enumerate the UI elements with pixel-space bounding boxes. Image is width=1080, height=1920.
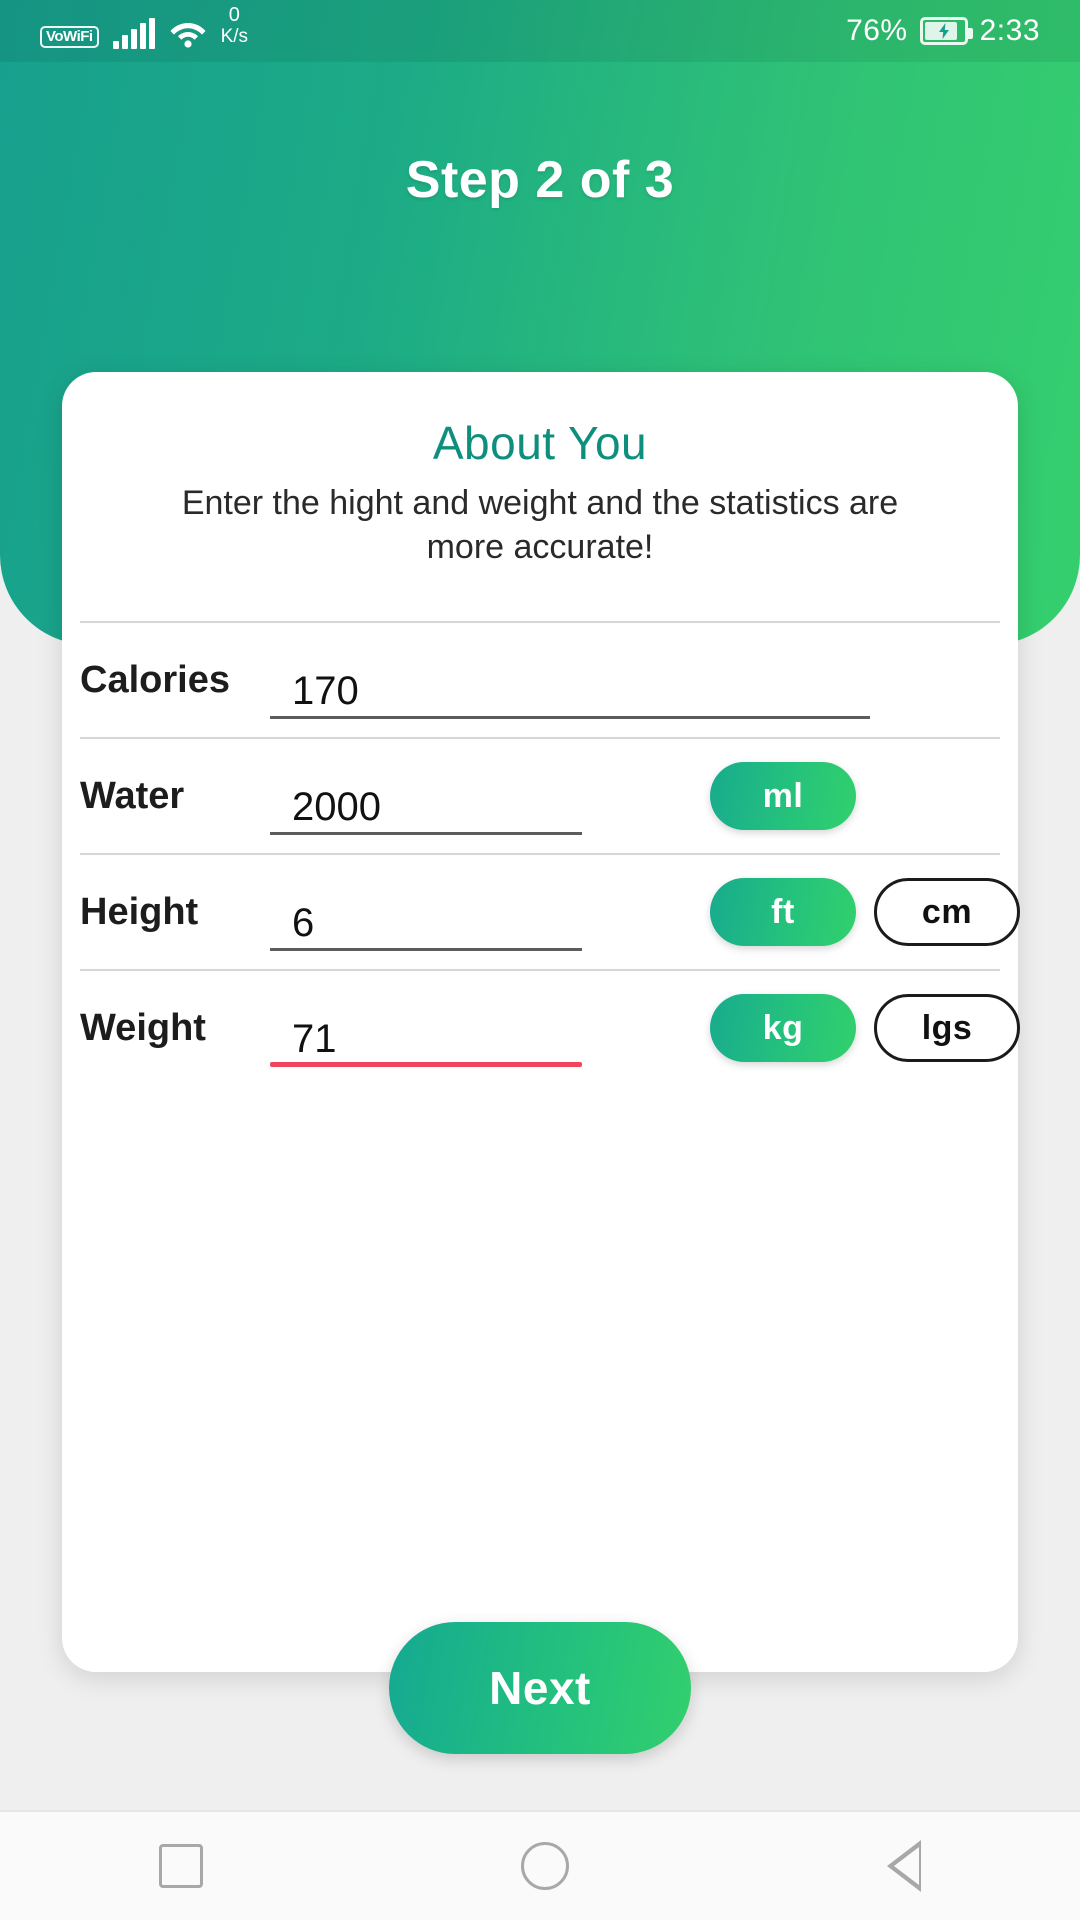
height-underline	[270, 948, 582, 952]
height-unit-ft-label: ft	[710, 878, 856, 947]
signal-bars-icon	[112, 17, 155, 49]
height-unit-cm-button[interactable]: cm	[874, 878, 1020, 947]
weight-value: 71	[292, 1017, 337, 1062]
clock-label: 2:33	[979, 14, 1040, 47]
field-row-calories: Calories 170	[62, 623, 1018, 737]
battery-percent-label: 76%	[846, 14, 908, 47]
water-value: 2000	[292, 785, 381, 830]
water-input[interactable]: 2000	[270, 757, 582, 836]
status-bar: VoWiFi 0 K/s 76% 2:33	[0, 0, 1080, 62]
network-speed-value: 0	[228, 3, 240, 26]
square-recents-icon[interactable]	[159, 1844, 203, 1888]
status-bar-left-group: VoWiFi 0 K/s	[40, 5, 248, 52]
weight-input[interactable]: 71	[270, 989, 582, 1068]
vowifi-icon: VoWiFi	[40, 25, 99, 48]
card-subtitle: Enter the hight and weight and the stati…	[181, 484, 899, 566]
battery-charging-icon	[919, 17, 973, 45]
height-unit-cm-label: cm	[874, 878, 1020, 947]
water-unit-ml-button[interactable]: ml	[710, 762, 856, 831]
next-button[interactable]: Next	[389, 1622, 691, 1754]
weight-unit-lgs-label: lgs	[874, 994, 1020, 1063]
phone-screen: VoWiFi 0 K/s 76% 2:33 Step 2 of 3 About …	[0, 0, 1080, 1920]
calories-value: 170	[292, 669, 359, 714]
triangle-back-icon[interactable]	[887, 1840, 921, 1892]
water-underline	[270, 832, 582, 836]
android-navigation-bar	[0, 1810, 1080, 1920]
height-input[interactable]: 6	[270, 873, 582, 952]
circle-home-icon[interactable]	[521, 1842, 569, 1890]
weight-underline-error	[270, 1062, 582, 1068]
field-row-weight: Weight 71 kg lgs	[62, 971, 1020, 1085]
weight-unit-kg-button[interactable]: kg	[710, 994, 856, 1063]
weight-label: Weight	[80, 1006, 206, 1049]
calories-input[interactable]: 170	[270, 641, 870, 720]
height-value: 6	[292, 901, 315, 946]
about-you-card: About You Enter the hight and weight and…	[62, 372, 1020, 1672]
height-label: Height	[80, 890, 199, 933]
calories-label: Calories	[80, 658, 230, 701]
network-speed-unit: K/s	[220, 25, 249, 47]
step-title: Step 2 of 3	[405, 151, 675, 209]
fields-list: Calories 170 Water 2000 ml Height 6 ft c…	[62, 621, 1020, 1085]
field-row-height: Height 6 ft cm	[62, 855, 1020, 969]
height-unit-ft-button[interactable]: ft	[710, 878, 856, 947]
calories-underline	[270, 716, 870, 720]
field-row-water: Water 2000 ml	[62, 739, 1018, 853]
weight-unit-lgs-button[interactable]: lgs	[874, 994, 1020, 1063]
network-speed-indicator: 0 K/s	[221, 5, 248, 46]
wifi-icon	[169, 19, 207, 49]
status-bar-right-group: 76% 2:33	[846, 14, 1040, 48]
weight-unit-kg-label: kg	[710, 994, 856, 1063]
card-title: About You	[432, 417, 648, 469]
water-label: Water	[80, 774, 185, 817]
water-unit-ml-label: ml	[710, 762, 856, 831]
